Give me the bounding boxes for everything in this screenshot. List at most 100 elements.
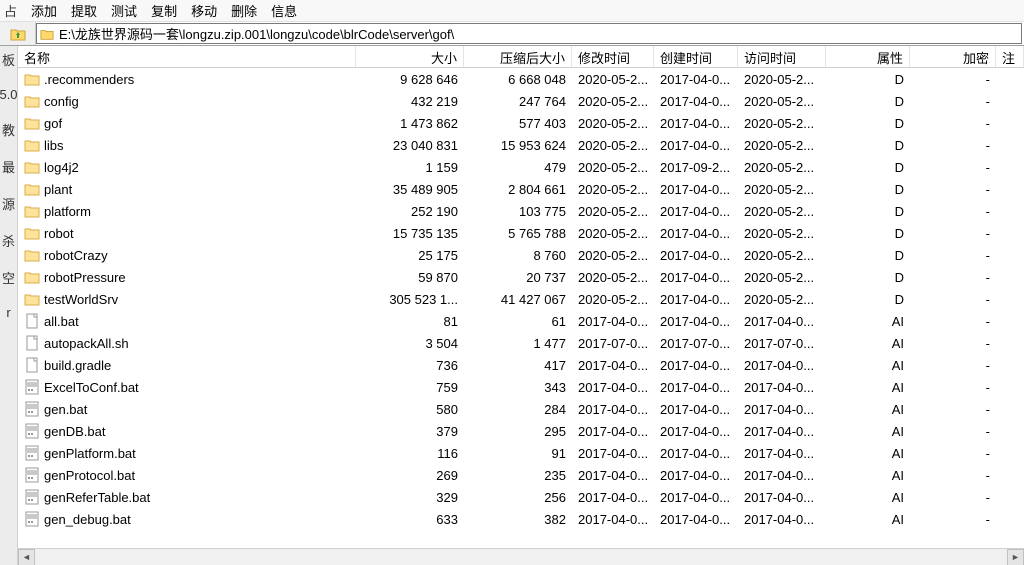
col-size[interactable]: 大小 <box>356 46 464 67</box>
up-button[interactable] <box>0 22 36 45</box>
table-row[interactable]: testWorldSrv305 523 1...41 427 0672020-0… <box>18 288 1024 310</box>
table-row[interactable]: genPlatform.bat116912017-04-0...2017-04-… <box>18 442 1024 464</box>
table-row[interactable]: robotPressure59 87020 7372020-05-2...201… <box>18 266 1024 288</box>
menu-delete[interactable]: 删除 <box>224 0 264 22</box>
file-accessed: 2020-05-2... <box>738 138 826 153</box>
file-size: 580 <box>356 402 464 417</box>
menu-move[interactable]: 移动 <box>184 0 224 22</box>
scroll-right-button[interactable]: ► <box>1007 549 1024 565</box>
file-enc: - <box>910 116 996 131</box>
file-name: genPlatform.bat <box>44 446 136 461</box>
file-modified: 2017-04-0... <box>572 402 654 417</box>
menu-info[interactable]: 信息 <box>264 0 304 22</box>
file-created: 2017-04-0... <box>654 116 738 131</box>
file-created: 2017-04-0... <box>654 358 738 373</box>
table-row[interactable]: log4j21 1594792020-05-2...2017-09-2...20… <box>18 156 1024 178</box>
table-row[interactable]: gof1 473 862577 4032020-05-2...2017-04-0… <box>18 112 1024 134</box>
file-accessed: 2017-04-0... <box>738 402 826 417</box>
file-packed: 256 <box>464 490 572 505</box>
file-modified: 2017-04-0... <box>572 424 654 439</box>
file-size: 15 735 135 <box>356 226 464 241</box>
file-enc: - <box>910 380 996 395</box>
file-modified: 2017-04-0... <box>572 380 654 395</box>
col-name[interactable]: 名称 <box>18 46 356 67</box>
table-row[interactable]: genProtocol.bat2692352017-04-0...2017-04… <box>18 464 1024 486</box>
file-created: 2017-04-0... <box>654 248 738 263</box>
file-enc: - <box>910 490 996 505</box>
table-row[interactable]: .recommenders9 628 6466 668 0482020-05-2… <box>18 68 1024 90</box>
horizontal-scrollbar[interactable]: ◄ ► <box>18 548 1024 565</box>
file-created: 2017-04-0... <box>654 402 738 417</box>
file-name: libs <box>44 138 64 153</box>
menu-extract[interactable]: 提取 <box>64 0 104 22</box>
file-modified: 2017-07-0... <box>572 336 654 351</box>
file-enc: - <box>910 226 996 241</box>
file-modified: 2017-04-0... <box>572 512 654 527</box>
table-row[interactable]: platform252 190103 7752020-05-2...2017-0… <box>18 200 1024 222</box>
file-created: 2017-04-0... <box>654 512 738 527</box>
col-annotation[interactable]: 注 <box>996 46 1024 67</box>
folder-icon <box>24 71 40 87</box>
file-size: 1 159 <box>356 160 464 175</box>
file-attr: D <box>826 94 910 109</box>
col-attributes[interactable]: 属性 <box>826 46 910 67</box>
table-row[interactable]: robot15 735 1355 765 7882020-05-2...2017… <box>18 222 1024 244</box>
file-enc: - <box>910 94 996 109</box>
file-packed: 417 <box>464 358 572 373</box>
menu-add[interactable]: 添加 <box>24 0 64 22</box>
table-row[interactable]: autopackAll.sh3 5041 4772017-07-0...2017… <box>18 332 1024 354</box>
table-row[interactable]: libs23 040 83115 953 6242020-05-2...2017… <box>18 134 1024 156</box>
file-created: 2017-04-0... <box>654 72 738 87</box>
menu-copy[interactable]: 复制 <box>144 0 184 22</box>
file-size: 9 628 646 <box>356 72 464 87</box>
col-encrypted[interactable]: 加密 <box>910 46 996 67</box>
path-input[interactable] <box>57 24 1021 43</box>
scroll-left-button[interactable]: ◄ <box>18 549 35 565</box>
file-name: all.bat <box>44 314 79 329</box>
scroll-track[interactable] <box>35 549 1007 565</box>
file-enc: - <box>910 336 996 351</box>
file-enc: - <box>910 292 996 307</box>
col-accessed[interactable]: 访问时间 <box>738 46 826 67</box>
path-box[interactable] <box>36 23 1022 44</box>
table-row[interactable]: robotCrazy25 1758 7602020-05-2...2017-04… <box>18 244 1024 266</box>
folder-icon <box>24 203 40 219</box>
file-modified: 2020-05-2... <box>572 138 654 153</box>
table-row[interactable]: genDB.bat3792952017-04-0...2017-04-0...2… <box>18 420 1024 442</box>
menu-leading-fragment: 占 <box>4 0 24 22</box>
file-created: 2017-04-0... <box>654 204 738 219</box>
file-created: 2017-07-0... <box>654 336 738 351</box>
table-row[interactable]: all.bat81612017-04-0...2017-04-0...2017-… <box>18 310 1024 332</box>
col-created[interactable]: 创建时间 <box>654 46 738 67</box>
col-modified[interactable]: 修改时间 <box>572 46 654 67</box>
sidebar-label: 最 <box>2 157 15 176</box>
sidebar-label: r <box>6 305 10 320</box>
file-enc: - <box>910 468 996 483</box>
file-modified: 2017-04-0... <box>572 314 654 329</box>
table-row[interactable]: genReferTable.bat3292562017-04-0...2017-… <box>18 486 1024 508</box>
file-packed: 6 668 048 <box>464 72 572 87</box>
file-size: 252 190 <box>356 204 464 219</box>
file-accessed: 2017-04-0... <box>738 490 826 505</box>
table-row[interactable]: config432 219247 7642020-05-2...2017-04-… <box>18 90 1024 112</box>
folder-icon <box>24 93 40 109</box>
table-row[interactable]: plant35 489 9052 804 6612020-05-2...2017… <box>18 178 1024 200</box>
sidebar-label: 板 <box>2 50 15 69</box>
file-name: build.gradle <box>44 358 111 373</box>
file-accessed: 2017-04-0... <box>738 446 826 461</box>
table-row[interactable]: ExcelToConf.bat7593432017-04-0...2017-04… <box>18 376 1024 398</box>
menu-test[interactable]: 测试 <box>104 0 144 22</box>
file-modified: 2017-04-0... <box>572 468 654 483</box>
file-size: 59 870 <box>356 270 464 285</box>
sidebar-label: 5.0 <box>0 87 18 102</box>
table-row[interactable]: build.gradle7364172017-04-0...2017-04-0.… <box>18 354 1024 376</box>
folder-icon <box>24 247 40 263</box>
col-packed[interactable]: 压缩后大小 <box>464 46 572 67</box>
folder-icon <box>24 115 40 131</box>
file-accessed: 2020-05-2... <box>738 226 826 241</box>
file-enc: - <box>910 138 996 153</box>
table-row[interactable]: gen.bat5802842017-04-0...2017-04-0...201… <box>18 398 1024 420</box>
table-row[interactable]: gen_debug.bat6333822017-04-0...2017-04-0… <box>18 508 1024 530</box>
sidebar-label: 教 <box>2 120 15 139</box>
file-modified: 2017-04-0... <box>572 490 654 505</box>
